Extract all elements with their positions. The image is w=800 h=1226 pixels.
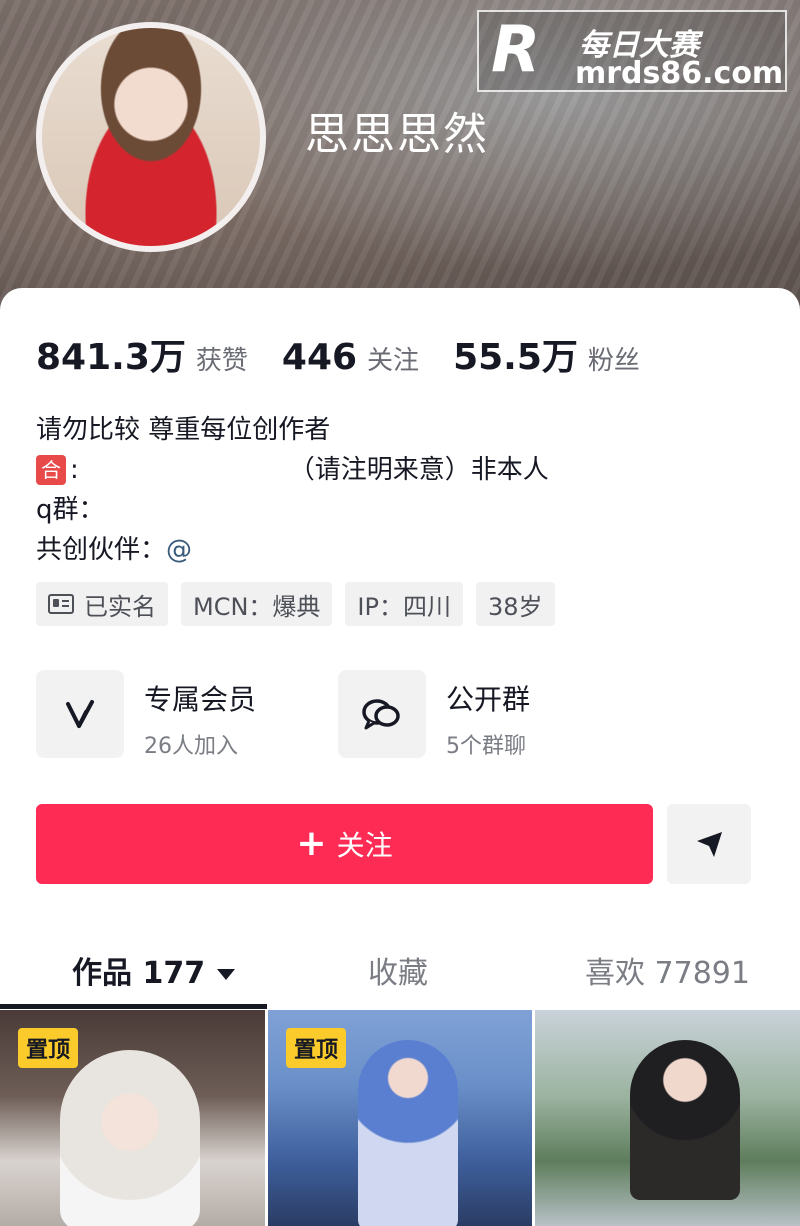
tag-row: 已实名 MCN：爆典 IP：四川 38岁	[36, 582, 568, 626]
feature-subtitle: 26人加入	[144, 734, 238, 759]
stat-value: 55.5万	[453, 337, 578, 378]
video-thumbnail[interactable]	[535, 1010, 800, 1226]
stat-followers[interactable]: 55.5万 粉丝	[453, 328, 640, 380]
bio-note: （请注明来意）非本人	[288, 455, 549, 485]
pinned-badge: 置顶	[18, 1028, 79, 1068]
thumbnail-image	[358, 1040, 458, 1226]
tag-mcn[interactable]: MCN：爆典	[181, 582, 333, 626]
v-icon	[36, 670, 124, 758]
tag-ip[interactable]: IP：四川	[345, 582, 463, 626]
pinned-badge: 置顶	[286, 1028, 347, 1068]
caret-down-icon	[217, 969, 236, 980]
bio: 请勿比较 尊重每位创作者 合 : （请注明来意）非本人 q群： 共创伙伴： @	[36, 410, 549, 570]
tag-label: MCN：爆典	[193, 592, 321, 621]
stat-label: 获赞	[195, 346, 248, 376]
thumbnail-image	[60, 1050, 200, 1226]
tag-label: 已实名	[84, 592, 156, 621]
id-card-icon	[48, 594, 74, 614]
feature-title: 公开群	[446, 683, 531, 716]
video-grid: 置顶 置顶	[0, 1010, 800, 1226]
watermark-logo: R	[491, 13, 541, 87]
tab-indicator	[0, 1004, 267, 1009]
bio-line: q群：	[36, 490, 549, 530]
tag-label: 38岁	[487, 592, 543, 621]
profile-nickname: 思思思然	[305, 109, 489, 160]
share-button[interactable]	[667, 804, 751, 884]
follow-label: 关注	[336, 829, 393, 862]
tag-age[interactable]: 38岁	[475, 582, 555, 626]
tab-label: 喜欢 77891	[585, 956, 750, 991]
bio-line: 共创伙伴： @	[36, 530, 549, 570]
feature-subtitle: 5个群聊	[446, 734, 526, 759]
send-icon	[697, 832, 722, 857]
tab-label: 收藏	[368, 956, 428, 991]
video-thumbnail[interactable]: 置顶	[0, 1010, 265, 1226]
stat-likes[interactable]: 841.3万 获赞	[36, 328, 248, 380]
stat-label: 粉丝	[587, 346, 640, 376]
bio-qgroup: q群：	[36, 495, 105, 525]
bio-partner-label: 共创伙伴：	[36, 535, 167, 565]
tab-favorites[interactable]: 收藏	[368, 948, 428, 992]
content-tabs: 作品 177 收藏 喜欢 77891	[0, 924, 800, 1010]
tab-likes[interactable]: 喜欢 77891	[585, 948, 750, 992]
tab-label: 作品 177	[72, 956, 206, 991]
bio-colon: :	[70, 455, 79, 485]
feature-public-group[interactable]: 公开群 5个群聊	[338, 670, 640, 760]
stat-value: 446	[281, 337, 358, 378]
stat-label: 关注	[367, 346, 420, 376]
follow-button[interactable]: + 关注	[36, 804, 653, 884]
stat-value: 841.3万	[36, 337, 186, 378]
watermark: R 每日大赛 mrds86.com	[477, 10, 787, 92]
partner-mention-link[interactable]: @	[166, 530, 192, 570]
avatar[interactable]	[36, 22, 266, 252]
feature-row: 专属会员 26人加入 公开群 5个群聊	[36, 670, 640, 760]
watermark-url: mrds86.com	[575, 56, 784, 91]
tag-label: IP：四川	[357, 592, 451, 621]
video-thumbnail[interactable]: 置顶	[268, 1010, 532, 1226]
cooperation-badge-icon: 合	[36, 455, 66, 485]
thumbnail-image	[630, 1040, 740, 1200]
stats-row: 841.3万 获赞 446 关注 55.5万 粉丝	[36, 328, 674, 380]
bio-line: 请勿比较 尊重每位创作者	[36, 415, 331, 445]
bio-line: 合 : （请注明来意）非本人	[36, 450, 549, 490]
plus-icon: +	[296, 823, 327, 864]
tag-verified[interactable]: 已实名	[36, 582, 168, 626]
tab-works[interactable]: 作品 177	[72, 948, 236, 992]
feature-membership[interactable]: 专属会员 26人加入	[36, 670, 338, 760]
feature-title: 专属会员	[144, 683, 257, 716]
chat-icon	[338, 670, 426, 758]
stat-following[interactable]: 446 关注	[282, 337, 419, 378]
profile-card: 841.3万 获赞 446 关注 55.5万 粉丝 请勿比较 尊重每位创作者 合…	[0, 288, 800, 1226]
